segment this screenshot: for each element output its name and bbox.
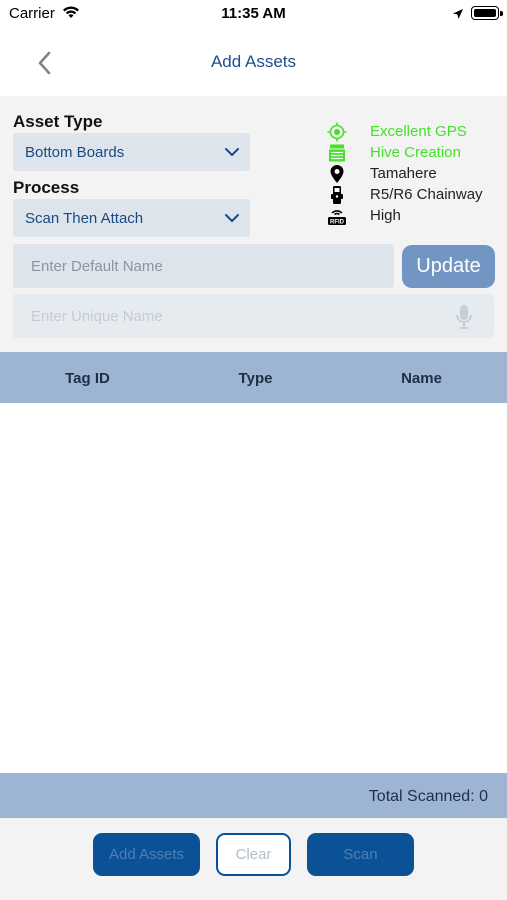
status-time: 11:35 AM: [221, 5, 286, 22]
action-bar: Add Assets Clear Scan: [0, 818, 507, 900]
clear-button[interactable]: Clear: [216, 833, 291, 876]
gps-target-icon: [326, 121, 347, 142]
chevron-down-icon: [224, 211, 240, 230]
microphone-icon[interactable]: [455, 304, 473, 335]
power-status: RFID High: [326, 205, 506, 226]
reader-status: R5/R6 Chainway: [326, 184, 506, 205]
process-value: Scan Then Attach: [25, 210, 144, 227]
chevron-down-icon: [224, 145, 240, 164]
status-bar: Carrier 11:35 AM: [0, 0, 507, 30]
mode-status: Hive Creation: [326, 142, 506, 163]
page-title: Add Assets: [210, 52, 297, 71]
location-text: Tamahere: [370, 165, 437, 182]
gps-status-text: Excellent GPS: [370, 123, 467, 140]
rfid-reader-icon: [326, 184, 347, 205]
gps-status: Excellent GPS: [326, 121, 506, 142]
power-text: High: [370, 207, 401, 224]
location-arrow-icon: [452, 7, 464, 25]
unique-name-input[interactable]: [13, 294, 494, 338]
column-header-name[interactable]: Name: [337, 370, 506, 387]
asset-type-dropdown[interactable]: Bottom Boards: [13, 133, 250, 171]
battery-icon: [471, 6, 503, 20]
reader-text: R5/R6 Chainway: [370, 186, 483, 203]
scanned-tags-list[interactable]: [0, 403, 507, 773]
mode-status-text: Hive Creation: [370, 144, 461, 161]
svg-text:RFID: RFID: [330, 219, 345, 225]
column-header-type[interactable]: Type: [171, 370, 340, 387]
scan-button[interactable]: Scan: [307, 833, 414, 876]
total-scanned-bar: Total Scanned: 0: [0, 773, 507, 818]
total-scanned-count: Total Scanned: 0: [368, 788, 488, 805]
default-name-input[interactable]: [13, 244, 394, 288]
process-label: Process: [13, 178, 80, 197]
asset-type-value: Bottom Boards: [25, 144, 125, 161]
table-header: Tag ID Type Name: [0, 352, 507, 403]
rfid-icon: RFID: [326, 205, 347, 226]
update-button[interactable]: Update: [402, 245, 495, 288]
column-header-tag-id[interactable]: Tag ID: [3, 370, 172, 387]
process-dropdown[interactable]: Scan Then Attach: [13, 199, 250, 237]
asset-type-label: Asset Type: [13, 112, 103, 131]
add-assets-button[interactable]: Add Assets: [93, 833, 200, 876]
hive-icon: [326, 142, 347, 163]
map-pin-icon: [326, 163, 347, 184]
location-status: Tamahere: [326, 163, 506, 184]
asset-form-panel: Asset Type Bottom Boards Process Scan Th…: [0, 96, 507, 352]
navigation-bar: Add Assets: [0, 30, 507, 96]
